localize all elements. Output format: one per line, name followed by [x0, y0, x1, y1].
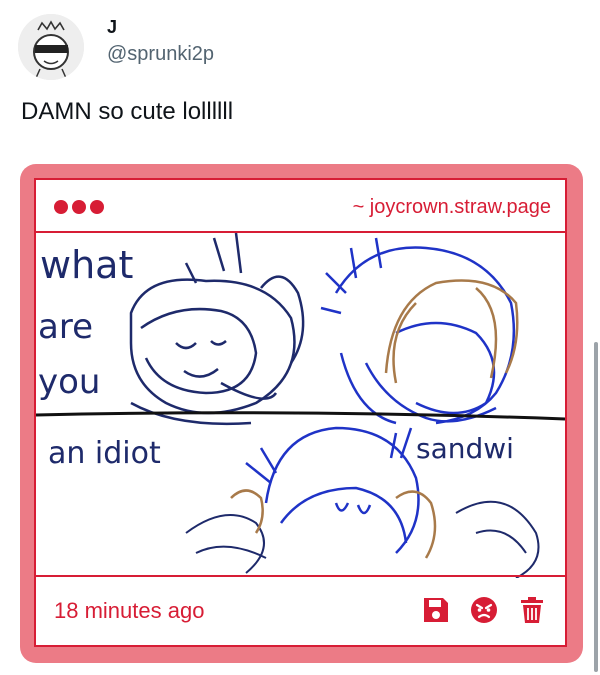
drawing-text-sandwich: sandwi	[416, 432, 514, 465]
window-dot	[90, 200, 104, 214]
avatar-doodle-icon	[18, 14, 84, 80]
page-scrollbar[interactable]	[594, 342, 598, 672]
drawing-text-you: you	[38, 362, 100, 402]
save-icon[interactable]	[421, 595, 451, 625]
hair-right-top	[384, 279, 519, 384]
drawing-text-are: are	[38, 307, 93, 347]
author-handle[interactable]: @sprunki2p	[107, 43, 214, 66]
character-right-top	[320, 237, 516, 425]
widget-header: ~ joycrown.straw.page	[36, 180, 565, 233]
window-dot	[72, 200, 86, 214]
window-dot	[54, 200, 68, 214]
drawing-text-what: what	[40, 243, 133, 287]
avatar[interactable]	[18, 14, 84, 80]
widget-url-link[interactable]: ~ joycrown.straw.page	[353, 196, 551, 219]
widget-window: ~ joycrown.straw.page what are you an id…	[34, 178, 567, 647]
doodle-drawing: what are you an idiot sandwi	[36, 233, 565, 578]
trash-icon[interactable]	[517, 595, 547, 625]
widget-footer: 18 minutes ago	[36, 575, 565, 645]
tweet-text: DAMN so cute lollllll	[21, 98, 234, 125]
drawing-text-idiot: an idiot	[48, 436, 161, 471]
post-timestamp: 18 minutes ago	[54, 598, 205, 623]
author-name[interactable]: J	[107, 17, 117, 38]
character-left-top	[129, 233, 305, 426]
embedded-widget[interactable]: ~ joycrown.straw.page what are you an id…	[20, 164, 583, 663]
window-dots	[54, 200, 108, 219]
character-bottom	[245, 426, 420, 554]
hair-bottom	[230, 489, 437, 559]
angry-face-icon[interactable]	[469, 595, 499, 625]
drawing-canvas: what are you an idiot sandwi	[36, 233, 565, 578]
